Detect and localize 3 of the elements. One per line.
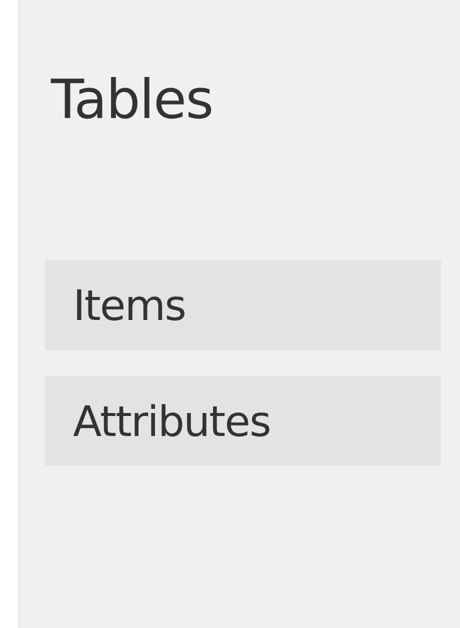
table-list-item[interactable]: Items bbox=[45, 260, 441, 350]
sidebar-heading: Tables bbox=[51, 67, 213, 133]
table-list-item[interactable]: Attributes bbox=[45, 376, 441, 466]
